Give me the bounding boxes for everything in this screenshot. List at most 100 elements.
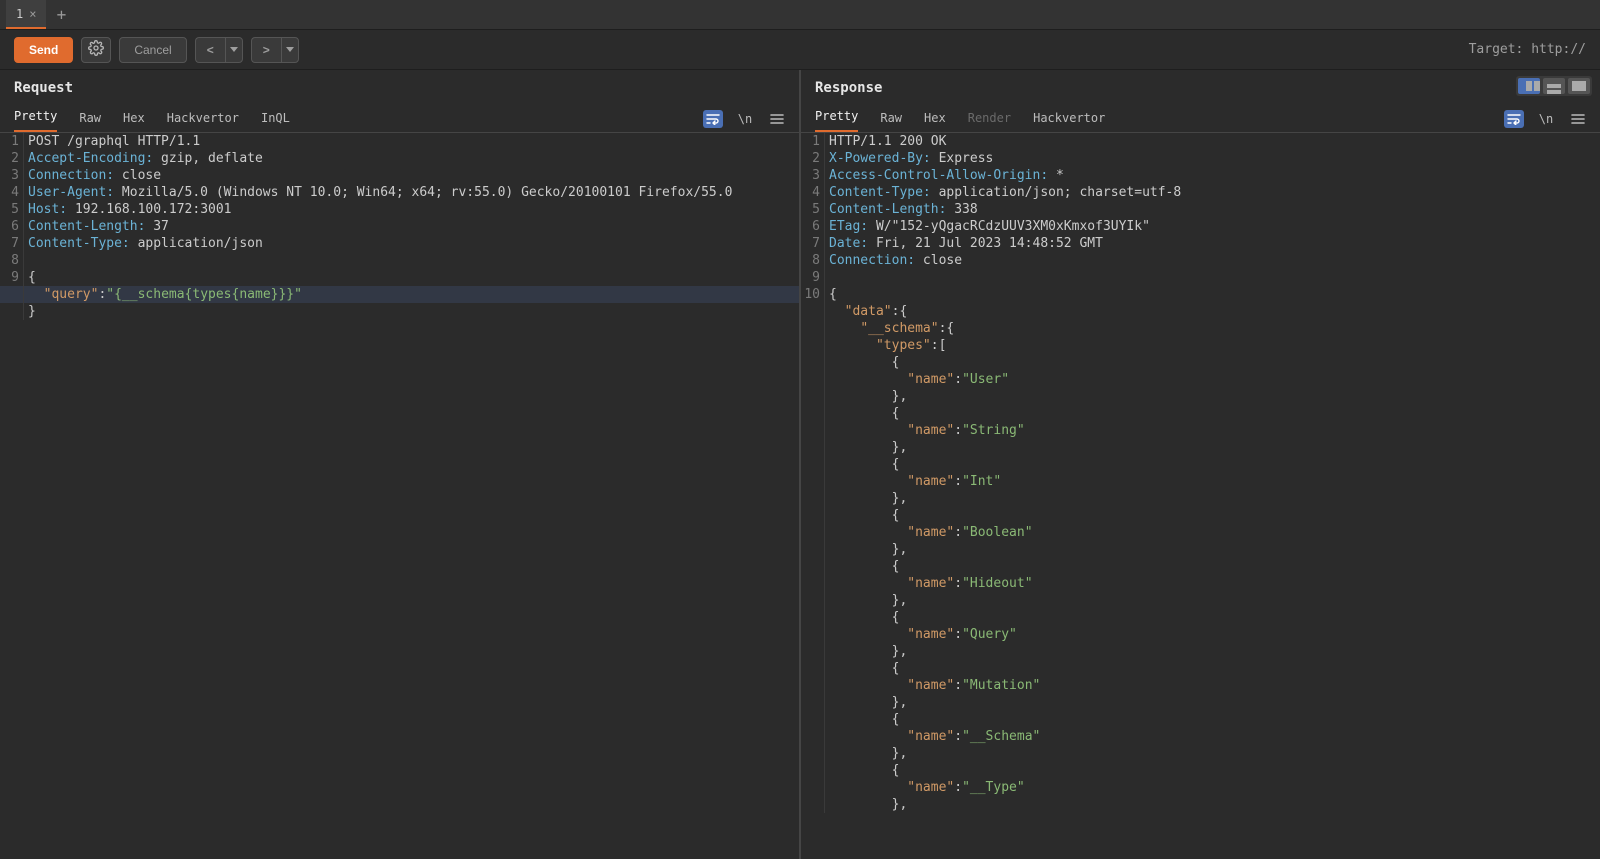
line-number (801, 524, 825, 541)
show-nonprintable-toggle[interactable]: \n (1536, 110, 1556, 128)
line-text: { (825, 711, 1600, 728)
line-number: 8 (801, 252, 825, 269)
code-line: { (801, 507, 1600, 524)
line-number: 4 (801, 184, 825, 201)
history-next-menu-button[interactable] (281, 37, 299, 63)
line-number (801, 354, 825, 371)
line-number: 3 (801, 167, 825, 184)
line-text: { (825, 609, 1600, 626)
tab-render[interactable]: Render (968, 111, 1011, 132)
line-number (801, 796, 825, 813)
line-text: Date: Fri, 21 Jul 2023 14:48:52 GMT (825, 235, 1600, 252)
line-text: }, (825, 439, 1600, 456)
line-text: "name":"__Schema" (825, 728, 1600, 745)
line-number (801, 541, 825, 558)
history-next-group: > (251, 37, 299, 63)
code-line: 9 (801, 269, 1600, 286)
code-line: }, (801, 439, 1600, 456)
code-line: "query":"{__schema{types{name}}}" (0, 286, 799, 303)
history-next-button[interactable]: > (251, 37, 281, 63)
word-wrap-toggle[interactable] (1504, 110, 1524, 128)
code-line: }, (801, 643, 1600, 660)
layout-split-button[interactable] (1518, 78, 1540, 94)
line-number: 2 (801, 150, 825, 167)
line-number (801, 694, 825, 711)
line-text: { (825, 507, 1600, 524)
code-line: }, (801, 388, 1600, 405)
editor-menu-icon[interactable] (767, 110, 787, 128)
line-number (801, 677, 825, 694)
line-number (801, 507, 825, 524)
code-line: "name":"__Schema" (801, 728, 1600, 745)
code-line: }, (801, 694, 1600, 711)
line-text: { (825, 456, 1600, 473)
settings-button[interactable] (81, 37, 111, 63)
line-text: "name":"Boolean" (825, 524, 1600, 541)
code-line: }, (801, 796, 1600, 813)
cancel-button[interactable]: Cancel (119, 37, 186, 63)
request-title: Request (0, 70, 799, 105)
history-prev-button[interactable]: < (195, 37, 225, 63)
layout-full-button[interactable] (1568, 78, 1590, 94)
history-prev-group: < (195, 37, 243, 63)
tab-inql[interactable]: InQL (261, 111, 290, 132)
tab-pretty[interactable]: Pretty (14, 109, 57, 132)
tab-hex[interactable]: Hex (123, 111, 145, 132)
line-text: "name":"Hideout" (825, 575, 1600, 592)
code-line: 8Connection: close (801, 252, 1600, 269)
code-line: "name":"String" (801, 422, 1600, 439)
line-number: 6 (0, 218, 24, 235)
code-line: 4Content-Type: application/json; charset… (801, 184, 1600, 201)
line-text: "name":"Query" (825, 626, 1600, 643)
target-label[interactable]: Target: http:// (1469, 42, 1586, 57)
line-text: { (825, 405, 1600, 422)
close-icon[interactable]: × (29, 7, 36, 21)
code-line: "name":"Hideout" (801, 575, 1600, 592)
tab-pretty[interactable]: Pretty (815, 109, 858, 132)
line-text: }, (825, 745, 1600, 762)
tab-hackvertor[interactable]: Hackvertor (1033, 111, 1105, 132)
code-line: }, (801, 745, 1600, 762)
tab-1[interactable]: 1 × (6, 0, 46, 29)
word-wrap-toggle[interactable] (703, 110, 723, 128)
response-viewer[interactable]: 1HTTP/1.1 200 OK2X-Powered-By: Express3A… (801, 133, 1600, 859)
editor-menu-icon[interactable] (1568, 110, 1588, 128)
code-line: "data":{ (801, 303, 1600, 320)
code-line: 3Connection: close (0, 167, 799, 184)
tab-hex[interactable]: Hex (924, 111, 946, 132)
code-line: "name":"User" (801, 371, 1600, 388)
code-line: 6Content-Length: 37 (0, 218, 799, 235)
send-button[interactable]: Send (14, 37, 73, 63)
tab-label: 1 (16, 7, 23, 21)
chevron-down-icon (230, 47, 238, 52)
tab-hackvertor[interactable]: Hackvertor (167, 111, 239, 132)
line-number (801, 388, 825, 405)
code-line: "__schema":{ (801, 320, 1600, 337)
tab-raw[interactable]: Raw (79, 111, 101, 132)
line-number (801, 745, 825, 762)
line-number (801, 558, 825, 575)
history-prev-menu-button[interactable] (225, 37, 243, 63)
response-title: Response (815, 80, 882, 96)
chevron-down-icon (286, 47, 294, 52)
line-text: Connection: close (825, 252, 1600, 269)
code-line: 2Accept-Encoding: gzip, deflate (0, 150, 799, 167)
line-text: { (24, 269, 799, 286)
line-text: }, (825, 541, 1600, 558)
line-text: "name":"User" (825, 371, 1600, 388)
line-number: 7 (801, 235, 825, 252)
show-nonprintable-toggle[interactable]: \n (735, 110, 755, 128)
request-editor[interactable]: 1POST /graphql HTTP/1.12Accept-Encoding:… (0, 133, 799, 859)
line-number: 4 (0, 184, 24, 201)
line-text: { (825, 354, 1600, 371)
line-text: "name":"Int" (825, 473, 1600, 490)
line-text: "data":{ (825, 303, 1600, 320)
code-line: 5Host: 192.168.100.172:3001 (0, 201, 799, 218)
layout-stack-button[interactable] (1543, 78, 1565, 94)
line-number (801, 320, 825, 337)
add-tab-button[interactable]: + (46, 0, 76, 29)
line-number: 8 (0, 252, 24, 269)
code-line: 9{ (0, 269, 799, 286)
tab-raw[interactable]: Raw (880, 111, 902, 132)
line-number (801, 626, 825, 643)
